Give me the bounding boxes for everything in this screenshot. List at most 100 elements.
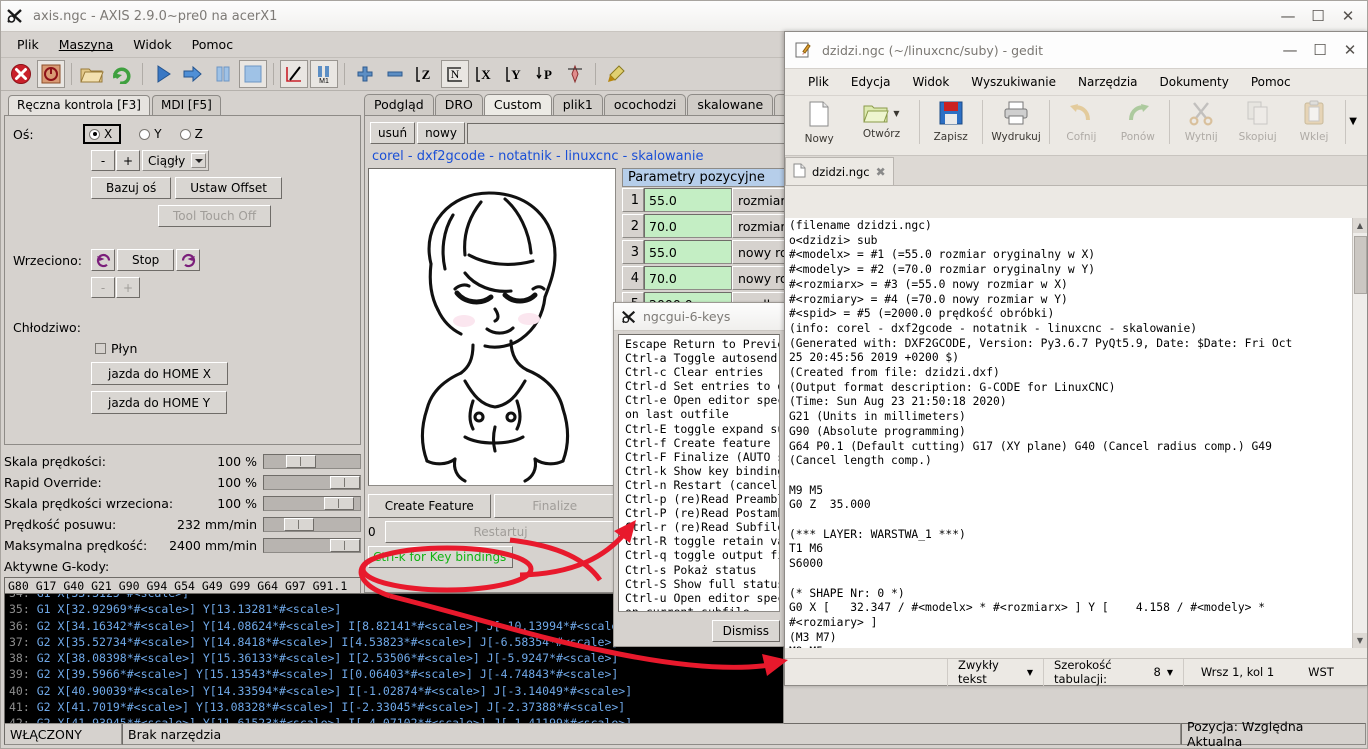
close-icon[interactable]: ✖ [876, 165, 886, 179]
tool-icon[interactable] [561, 60, 589, 88]
jog-minus-button[interactable]: - [91, 150, 115, 171]
max-velocity-slider[interactable] [263, 538, 361, 553]
feed-rate-slider[interactable] [263, 517, 361, 532]
spindle-override-slider[interactable] [263, 496, 361, 511]
gedit-vertical-scrollbar[interactable]: ▲ ▼ [1352, 218, 1367, 648]
parameter-value-input[interactable]: 55.0 [644, 240, 732, 264]
jog-mode-select[interactable]: Ciągły [142, 150, 210, 171]
menu-pomoc[interactable]: Pomoc [182, 34, 243, 55]
gedit-menu-narzedzia[interactable]: Narzędzia [1067, 72, 1149, 92]
new-subfile-button[interactable]: nowy [417, 122, 465, 144]
gedit-menu-edycja[interactable]: Edycja [840, 72, 902, 92]
scroll-down-icon[interactable]: ▼ [1353, 633, 1367, 648]
menu-widok[interactable]: Widok [123, 34, 181, 55]
gedit-menu-pomoc[interactable]: Pomoc [1240, 72, 1302, 92]
new-document-button[interactable]: Nowy [791, 100, 847, 145]
menu-maszyna[interactable]: Maszyna [49, 34, 124, 55]
axis-close-button[interactable]: ✕ [1333, 3, 1363, 29]
zoom-out-icon[interactable] [381, 60, 409, 88]
home-x-button[interactable]: jazda do HOME X [91, 362, 228, 385]
resize-grip[interactable] [1351, 659, 1367, 686]
set-offset-button[interactable]: Ustaw Offset [175, 177, 283, 199]
power-icon[interactable] [37, 60, 65, 88]
axis-maximize-button[interactable]: ☐ [1303, 3, 1333, 29]
gedit-menu-dokumenty[interactable]: Dokumenty [1149, 72, 1240, 92]
scroll-thumb[interactable] [1354, 236, 1367, 294]
print-document-button[interactable]: Wydrukuj [986, 100, 1046, 143]
touch-off-x-icon[interactable]: X [471, 60, 499, 88]
chevron-down-icon[interactable]: ▼ [1167, 668, 1173, 677]
remove-subfile-button[interactable]: usuń [370, 122, 416, 144]
language-selector[interactable]: Zwykły tekst ▼ [947, 658, 1043, 686]
save-document-button[interactable]: Zapisz [923, 100, 979, 143]
zoom-in-icon[interactable] [351, 60, 379, 88]
axis-radio-x[interactable]: X [83, 124, 122, 144]
document-tab-dzidzi[interactable]: dzidzi.ngc ✖ [785, 157, 894, 185]
home-y-button[interactable]: jazda do HOME Y [91, 391, 228, 414]
tab-width-selector[interactable]: Szerokość tabulacji: 8 ▼ [1043, 658, 1183, 686]
stop-icon[interactable] [239, 60, 267, 88]
axis-radio-z[interactable]: Z [179, 127, 203, 141]
gedit-close-button[interactable]: ✕ [1335, 37, 1365, 63]
toolbar-overflow-icon[interactable]: ▼ [1349, 100, 1367, 127]
tab-podglad[interactable]: Podgląd [364, 94, 434, 115]
menu-plik[interactable]: Plik [7, 34, 49, 55]
coolant-flood-checkbox[interactable] [95, 343, 106, 354]
estop-icon[interactable] [7, 60, 35, 88]
spindle-plus-button[interactable]: + [116, 277, 140, 298]
gedit-menu-widok[interactable]: Widok [901, 72, 960, 92]
gedit-minimize-button[interactable]: — [1275, 37, 1305, 63]
step-icon[interactable] [179, 60, 207, 88]
finalize-button[interactable]: Finalize [493, 494, 616, 518]
touch-off-y-icon[interactable]: Y [501, 60, 529, 88]
undo-button[interactable]: Cofnij [1053, 100, 1109, 143]
spindle-cw-icon[interactable] [176, 249, 201, 271]
tab-ocochodzi[interactable]: ocochodzi [603, 94, 687, 115]
jog-plus-button[interactable]: + [116, 150, 140, 171]
chevron-down-icon[interactable]: ▼ [893, 109, 899, 118]
gedit-text-area[interactable]: (filename dzidzi.ngc) o<dzidzi> sub #<mo… [785, 218, 1367, 648]
tab-skalowane[interactable]: skalowane [687, 94, 774, 115]
open-file-icon[interactable] [78, 60, 106, 88]
feed-override-slider[interactable] [263, 454, 361, 469]
restart-button[interactable]: Restartuj [385, 521, 616, 543]
spindle-minus-button[interactable]: - [91, 277, 115, 298]
gedit-maximize-button[interactable]: ☐ [1305, 37, 1335, 63]
axis-minimize-button[interactable]: — [1273, 3, 1303, 29]
gedit-menu-plik[interactable]: Plik [797, 72, 840, 92]
parameter-value-input[interactable]: 70.0 [644, 266, 732, 290]
dismiss-button[interactable]: Dismiss [711, 620, 780, 642]
gedit-menu-wyszukiwanie[interactable]: Wyszukiwanie [960, 72, 1067, 92]
axis-radio-y[interactable]: Y [139, 127, 162, 141]
parameter-value-input[interactable]: 55.0 [644, 188, 732, 212]
tab-mdi[interactable]: MDI [F5] [151, 95, 221, 115]
tab-plik1[interactable]: plik1 [552, 94, 603, 115]
set-position-icon[interactable]: P [531, 60, 559, 88]
paste-button[interactable]: Wklej [1286, 100, 1342, 143]
home-axis-button[interactable]: Bazuj oś [91, 177, 172, 199]
chevron-down-icon[interactable]: ▼ [1027, 668, 1033, 677]
tab-manual-control[interactable]: Ręczna kontrola [F3] [8, 95, 150, 115]
tab-custom[interactable]: Custom [483, 94, 552, 115]
touch-off-z-icon[interactable]: Z [411, 60, 439, 88]
tab-dro[interactable]: DRO [434, 94, 483, 115]
run-icon[interactable] [149, 60, 177, 88]
clear-icon[interactable]: N [441, 60, 469, 88]
toggle-skip-icon[interactable] [280, 60, 308, 88]
tool-touch-off-button[interactable]: Tool Touch Off [158, 205, 272, 227]
spindle-stop-button[interactable]: Stop [117, 249, 175, 271]
pause-icon[interactable] [209, 60, 237, 88]
chevron-down-icon[interactable] [191, 153, 207, 168]
parameter-value-input[interactable]: 70.0 [644, 214, 732, 238]
clean-icon[interactable] [602, 60, 630, 88]
optional-stop-icon[interactable]: M1 [310, 60, 338, 88]
reload-icon[interactable] [108, 60, 136, 88]
create-feature-button[interactable]: Create Feature [368, 494, 491, 518]
redo-button[interactable]: Ponów [1110, 100, 1166, 143]
scroll-up-icon[interactable]: ▲ [1353, 218, 1367, 233]
open-document-button[interactable]: ▼ Otwórz [847, 100, 915, 140]
copy-button[interactable]: Skopiuj [1229, 100, 1285, 143]
spindle-ccw-icon[interactable] [91, 249, 115, 271]
rapid-override-slider[interactable] [263, 475, 361, 490]
cut-button[interactable]: Wytnij [1173, 100, 1229, 143]
